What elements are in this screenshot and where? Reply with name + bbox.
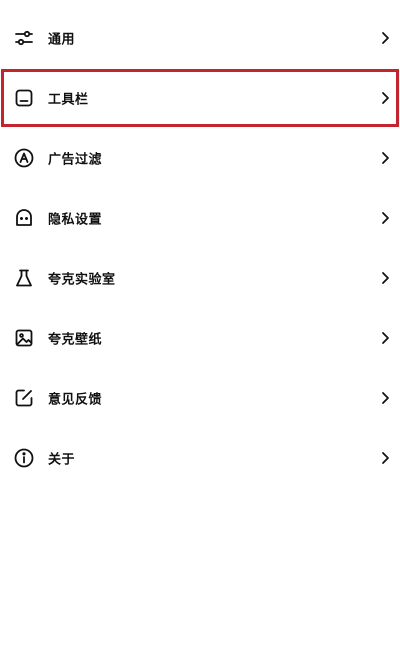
ad-filter-icon: [13, 147, 35, 169]
settings-list: 通用 工具栏 广告过滤 隐私设置 夸克实验室 夸克壁纸 意见反馈 关于: [0, 8, 400, 488]
flask-icon: [13, 267, 35, 289]
settings-item-label: 广告过滤: [48, 152, 103, 168]
settings-item-label: 关于: [48, 452, 76, 468]
chevron-right-icon: [380, 391, 390, 405]
feedback-icon: [13, 387, 35, 409]
chevron-right-icon: [380, 451, 390, 465]
info-icon: [13, 447, 35, 469]
chevron-right-icon: [380, 31, 390, 45]
settings-item-toolbar[interactable]: 工具栏: [0, 68, 400, 128]
settings-item-general[interactable]: 通用: [0, 8, 400, 68]
settings-item-label: 工具栏: [48, 92, 89, 108]
settings-item-feedback[interactable]: 意见反馈: [0, 368, 400, 428]
settings-item-label: 意见反馈: [48, 392, 103, 408]
settings-item-label: 夸克实验室: [48, 272, 116, 288]
chevron-right-icon: [380, 271, 390, 285]
settings-item-about[interactable]: 关于: [0, 428, 400, 488]
settings-item-wallpaper[interactable]: 夸克壁纸: [0, 308, 400, 368]
toolbar-icon: [13, 87, 35, 109]
settings-item-label: 夸克壁纸: [48, 332, 103, 348]
wallpaper-icon: [13, 327, 35, 349]
chevron-right-icon: [380, 211, 390, 225]
settings-item-privacy[interactable]: 隐私设置: [0, 188, 400, 248]
privacy-icon: [13, 207, 35, 229]
settings-item-label: 隐私设置: [48, 212, 103, 228]
chevron-right-icon: [380, 331, 390, 345]
sliders-icon: [13, 27, 35, 49]
chevron-right-icon: [380, 91, 390, 105]
settings-item-lab[interactable]: 夸克实验室: [0, 248, 400, 308]
chevron-right-icon: [380, 151, 390, 165]
settings-item-label: 通用: [48, 32, 76, 48]
settings-item-ad-filter[interactable]: 广告过滤: [0, 128, 400, 188]
